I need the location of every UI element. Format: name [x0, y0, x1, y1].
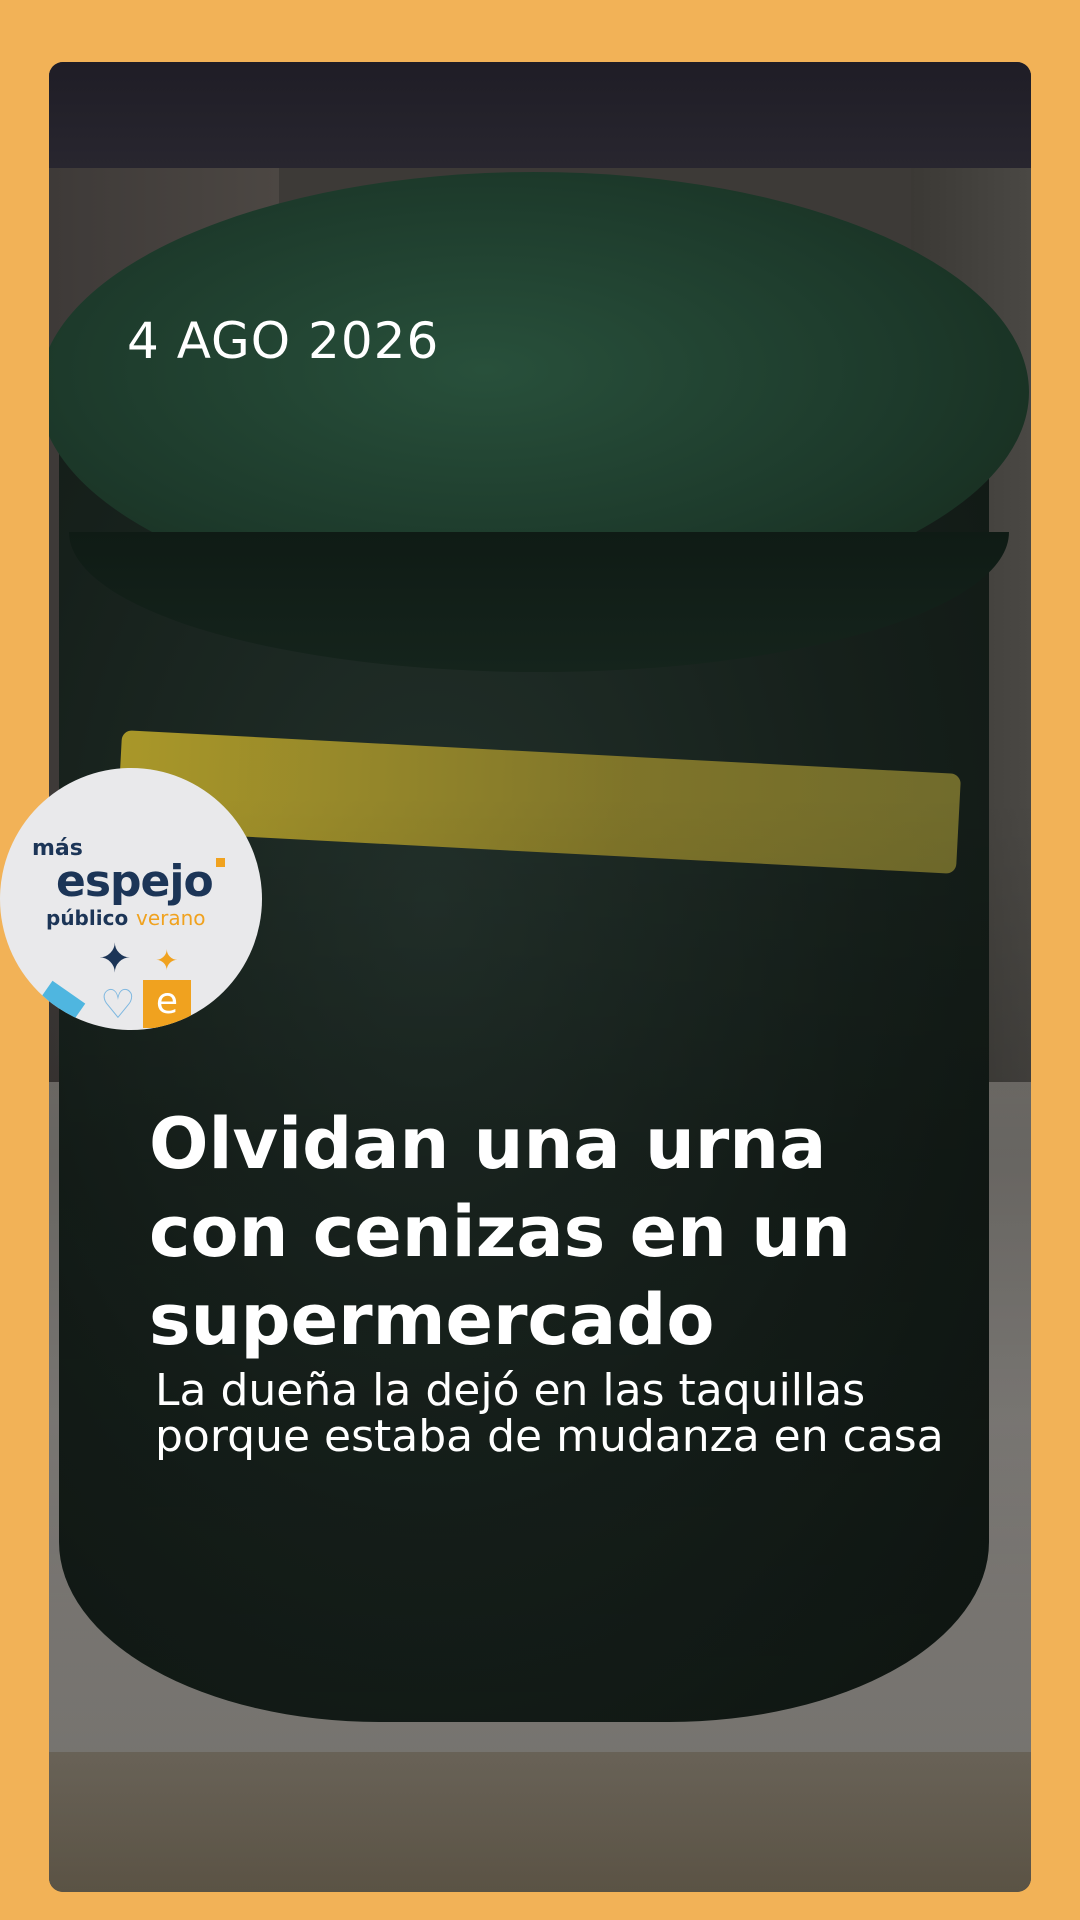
sparkle-small-icon: ✦	[155, 944, 179, 977]
sparkle-icon: ✦	[98, 936, 132, 982]
story-date: 4 AGO 2026	[127, 312, 440, 370]
badge-dot	[216, 858, 225, 867]
badge-verano: verano	[136, 906, 206, 930]
badge-espejo: espejo	[56, 856, 214, 907]
badge-publico: público	[46, 906, 129, 930]
ticket-icon	[38, 980, 86, 1024]
espejo-publico-badge: más espejo público verano ✦ ✦ ♡ e	[0, 768, 262, 1030]
heart-icon: ♡	[100, 982, 136, 1028]
story-subheadline: La dueña la dejó en las taquillas porque…	[155, 1365, 944, 1462]
story-headline: Olvidan una urna con cenizas en un super…	[149, 1103, 851, 1361]
badge-e-tile: e	[143, 980, 191, 1028]
